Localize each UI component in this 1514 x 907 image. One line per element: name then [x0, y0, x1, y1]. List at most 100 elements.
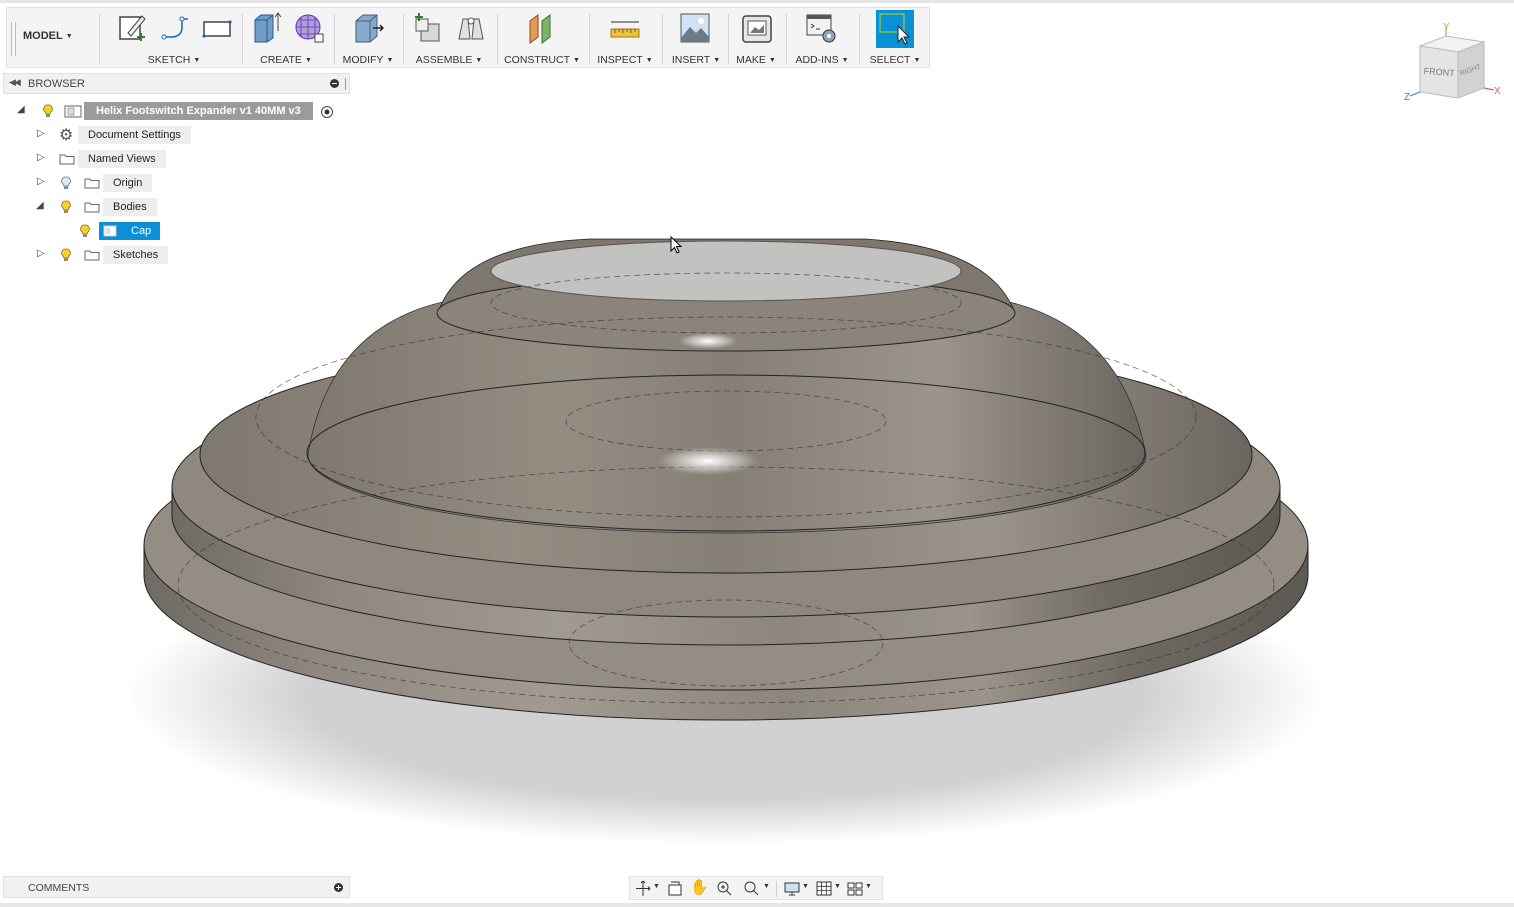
select-tool-button[interactable]: [876, 10, 914, 48]
create-menu[interactable]: CREATE ▼: [260, 54, 312, 66]
tree-item-origin[interactable]: ▷ Origin: [0, 173, 350, 193]
viewports-icon[interactable]: [846, 880, 864, 897]
folder-icon: [59, 154, 75, 165]
look-at-icon[interactable]: [666, 880, 684, 897]
zoom-window-icon[interactable]: [716, 880, 734, 897]
top-flat-face[interactable]: [490, 240, 962, 302]
toolbar-divider: [403, 14, 404, 64]
collapse-panel-icon[interactable]: ◀◀: [9, 77, 21, 88]
chevron-down-icon[interactable]: ▼: [653, 883, 660, 890]
inspect-menu-label: INSPECT: [597, 54, 643, 66]
tree-item-label[interactable]: Named Views: [78, 150, 166, 168]
toolbar-divider: [786, 14, 787, 64]
minimize-icon[interactable]: [330, 79, 339, 88]
line-tool-icon[interactable]: [158, 11, 192, 45]
collapsed-triangle-icon[interactable]: ▷: [37, 128, 45, 139]
viewport-model[interactable]: [130, 225, 1320, 855]
grid-settings-icon[interactable]: [815, 880, 833, 897]
add-comment-icon[interactable]: [334, 883, 343, 892]
chevron-down-icon[interactable]: ▼: [802, 883, 809, 890]
tree-item-named-views[interactable]: ▷ Named Views: [0, 149, 350, 169]
browser-root-row[interactable]: ◢ Helix Footswitch Expander v1 40MM v3: [0, 101, 350, 121]
make-menu[interactable]: MAKE ▼: [736, 54, 776, 66]
collapsed-triangle-icon[interactable]: ▷: [37, 152, 45, 163]
specular-highlight: [658, 447, 758, 475]
tree-item-bodies[interactable]: ◢ Bodies: [0, 197, 350, 217]
expanded-triangle-icon[interactable]: ◢: [36, 200, 44, 211]
rectangle-tool-icon[interactable]: [200, 11, 234, 45]
insert-menu[interactable]: INSERT ▼: [672, 54, 720, 66]
top-border: [0, 0, 1514, 3]
form-sphere-icon[interactable]: [292, 11, 326, 45]
modify-menu[interactable]: MODIFY ▼: [343, 54, 394, 66]
tree-item-label[interactable]: Document Settings: [78, 126, 191, 144]
construct-menu-label: CONSTRUCT: [504, 54, 570, 66]
new-component-icon[interactable]: [411, 11, 445, 45]
y-axis-label: Y: [1443, 22, 1450, 33]
body-icon: [103, 225, 117, 237]
add-ins-menu[interactable]: ADD-INS ▼: [795, 54, 848, 66]
orbit-icon[interactable]: [634, 880, 652, 897]
navigation-bar: ▼ ✋ ▼ ▼ ▼ ▼: [629, 876, 883, 900]
toolbar-divider: [662, 14, 663, 64]
tree-item-document-settings[interactable]: ▷ ⚙ Document Settings: [0, 125, 350, 145]
workspace-switcher[interactable]: MODEL ▼: [23, 30, 73, 42]
chevron-down-icon: ▼: [65, 33, 73, 40]
chevron-down-icon[interactable]: ▼: [834, 883, 841, 890]
folder-icon: [84, 202, 100, 213]
tree-item-label[interactable]: Bodies: [103, 198, 157, 216]
visibility-bulb-icon[interactable]: [43, 104, 53, 118]
z-axis-label: Z: [1404, 92, 1410, 103]
toolbar-grip[interactable]: [11, 22, 16, 56]
comments-panel[interactable]: COMMENTS: [3, 876, 350, 898]
collapsed-triangle-icon[interactable]: ▷: [37, 248, 45, 259]
x-axis-label: X: [1494, 86, 1501, 97]
visibility-bulb-icon[interactable]: [61, 200, 71, 214]
view-cube[interactable]: FRONT RIGHT Y Z X: [1402, 20, 1510, 106]
select-icon: [879, 13, 911, 45]
chevron-down-icon: ▼: [913, 57, 921, 64]
create-sketch-icon[interactable]: [115, 11, 149, 45]
inspect-menu[interactable]: INSPECT ▼: [597, 54, 652, 66]
pan-hand-icon[interactable]: ✋: [690, 878, 709, 896]
x-axis-line: [1483, 87, 1495, 91]
chevron-down-icon[interactable]: ▼: [865, 883, 872, 890]
joint-icon[interactable]: [454, 11, 488, 45]
toolbar-divider: [497, 14, 498, 64]
construct-menu[interactable]: CONSTRUCT ▼: [504, 54, 580, 66]
insert-image-icon[interactable]: [678, 11, 712, 45]
press-pull-icon[interactable]: [351, 11, 385, 45]
toolbar-divider: [334, 14, 335, 64]
chevron-down-icon: ▼: [645, 57, 653, 64]
display-settings-icon[interactable]: [783, 880, 801, 897]
chevron-down-icon: ▼: [304, 57, 312, 64]
panel-pin-icon[interactable]: [345, 78, 348, 90]
workspace-label: MODEL: [23, 30, 63, 42]
gear-icon: ⚙: [59, 127, 74, 144]
extrude-icon[interactable]: [249, 11, 283, 45]
measure-icon[interactable]: [608, 11, 642, 45]
visibility-bulb-icon[interactable]: [61, 248, 71, 262]
visibility-bulb-off-icon[interactable]: [61, 176, 71, 190]
assemble-menu[interactable]: ASSEMBLE ▼: [416, 54, 483, 66]
folder-icon: [84, 250, 100, 261]
toolbar-divider: [99, 14, 100, 64]
root-component-label[interactable]: Helix Footswitch Expander v1 40MM v3: [84, 102, 313, 120]
chevron-down-icon: ▼: [841, 57, 849, 64]
scripts-addins-icon[interactable]: [804, 11, 838, 45]
activate-radio-icon[interactable]: [320, 105, 334, 119]
3d-print-icon[interactable]: [740, 11, 774, 45]
visibility-bulb-icon[interactable]: [80, 224, 90, 238]
fit-zoom-icon[interactable]: [743, 880, 761, 897]
chevron-down-icon: ▼: [193, 57, 201, 64]
tree-item-label[interactable]: Origin: [103, 174, 153, 192]
folder-icon: [84, 178, 100, 189]
mouse-pointer-icon: [670, 236, 683, 254]
bottom-border: [0, 903, 1514, 907]
offset-plane-icon[interactable]: [524, 11, 558, 45]
collapsed-triangle-icon[interactable]: ▷: [37, 176, 45, 187]
chevron-down-icon[interactable]: ▼: [763, 883, 770, 890]
expanded-triangle-icon[interactable]: ◢: [17, 104, 25, 115]
sketch-menu[interactable]: SKETCH ▼: [148, 54, 201, 66]
select-menu[interactable]: SELECT ▼: [870, 54, 921, 66]
